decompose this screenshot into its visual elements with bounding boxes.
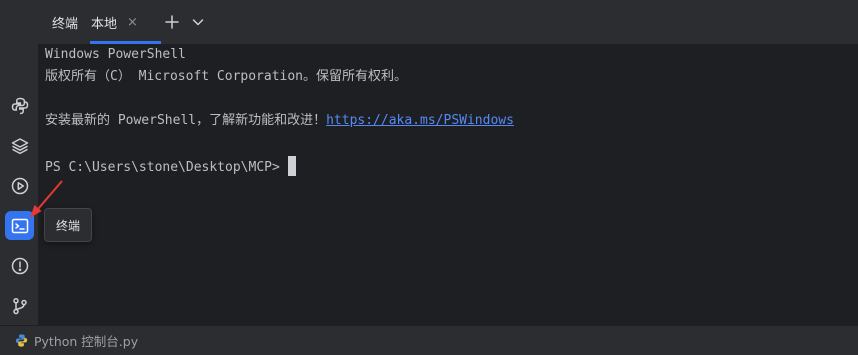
- chevron-down-icon[interactable]: [189, 13, 207, 31]
- status-file-label: Python 控制台.py: [34, 334, 139, 349]
- status-file[interactable]: Python 控制台.py: [14, 331, 138, 350]
- problems-button[interactable]: [5, 251, 34, 280]
- tooltip: 终端: [44, 208, 92, 242]
- powershell-link[interactable]: https://aka.ms/PSWindows: [326, 113, 514, 128]
- terminal-icon: [11, 218, 28, 233]
- git-icon: [12, 297, 27, 314]
- problems-icon: [11, 257, 28, 274]
- activity-bar: [0, 0, 38, 326]
- terminal-prompt: PS C:\Users\stone\Desktop\MCP>: [45, 160, 280, 175]
- terminal-button[interactable]: [5, 211, 34, 240]
- plus-icon[interactable]: [163, 13, 181, 31]
- python-file-icon: [15, 334, 28, 347]
- layers-button[interactable]: [5, 131, 34, 160]
- terminal-text: 安装最新的 PowerShell，了解新功能和改进！: [45, 113, 327, 128]
- python-console-button[interactable]: [5, 91, 34, 120]
- terminal-title-label: 终端: [52, 16, 79, 32]
- status-bar: Python 控制台.py: [0, 325, 858, 355]
- run-icon: [11, 177, 28, 194]
- terminal-prompt-line: PS C:\Users\stone\Desktop\MCP>: [45, 156, 296, 177]
- terminal-tabbar: 终端 本地 ×: [38, 0, 858, 44]
- close-icon[interactable]: ×: [127, 15, 138, 30]
- terminal-title: 终端: [52, 0, 78, 44]
- tooltip-label: 终端: [55, 218, 80, 233]
- terminal-output[interactable]: Windows PowerShell 版权所有（C） Microsoft Cor…: [38, 44, 858, 326]
- terminal-line: 安装最新的 PowerShell，了解新功能和改进！https://aka.ms…: [45, 112, 514, 130]
- terminal-cursor: [287, 156, 296, 176]
- tab-local[interactable]: 本地 ×: [90, 0, 161, 44]
- python-icon: [11, 97, 28, 114]
- run-button[interactable]: [5, 171, 34, 200]
- git-button[interactable]: [5, 291, 34, 320]
- layers-icon: [11, 137, 28, 154]
- tab-local-label: 本地: [91, 16, 118, 32]
- terminal-line: 版权所有（C） Microsoft Corporation。保留所有权利。: [45, 69, 408, 84]
- terminal-line: Windows PowerShell: [45, 47, 186, 62]
